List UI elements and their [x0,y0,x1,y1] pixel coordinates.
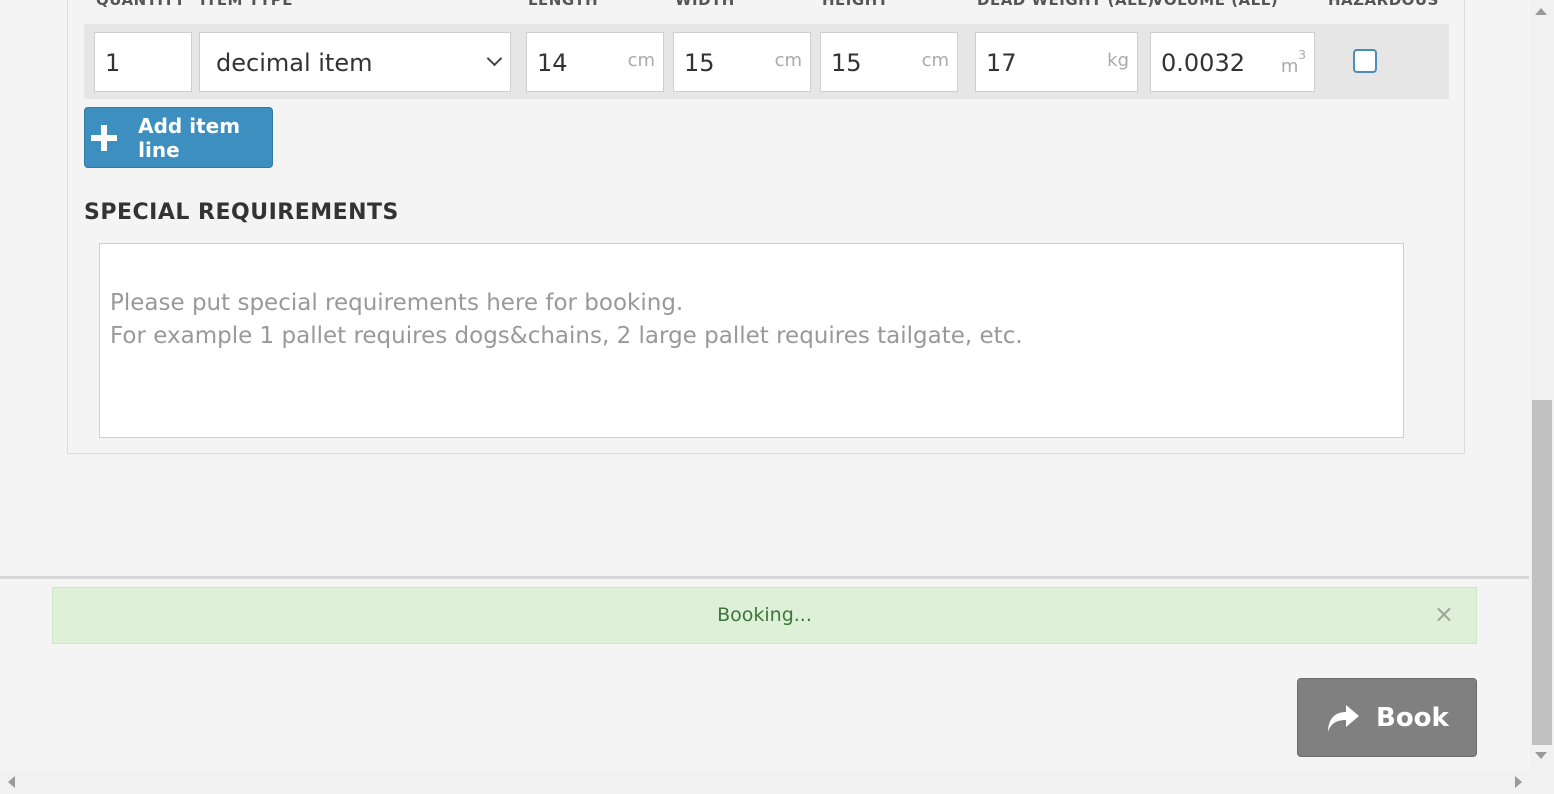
item-type-value: decimal item [216,49,373,77]
dead-weight-input[interactable]: 17 kg [975,32,1138,92]
scroll-left-arrow-icon[interactable] [8,776,15,788]
col-hazardous: HAZARDOUS [1328,0,1439,9]
vertical-scrollbar-thumb[interactable] [1532,400,1552,745]
col-quantity: QUANTITY [96,0,186,9]
booking-status-alert: Booking... × [52,587,1477,644]
plus-icon [91,124,118,151]
scroll-down-arrow-icon[interactable] [1535,752,1547,759]
width-value: 15 [684,49,715,77]
share-arrow-icon [1328,704,1359,732]
width-input[interactable]: 15 cm [673,32,811,92]
vertical-scrollbar[interactable] [1530,0,1554,770]
hazardous-checkbox[interactable] [1353,49,1377,73]
horizontal-scrollbar[interactable] [0,770,1530,794]
close-icon[interactable]: × [1434,588,1454,640]
add-item-line-button[interactable]: Add item line [84,107,273,168]
length-unit: cm [627,50,655,71]
special-requirements-textarea[interactable]: Please put special requirements here for… [99,243,1404,438]
book-button-label: Book [1376,702,1449,733]
special-requirements-title: SPECIAL REQUIREMENTS [84,200,399,225]
width-unit: cm [774,50,802,71]
height-unit: cm [921,50,949,71]
length-value: 14 [537,49,568,77]
col-item-type: ITEM TYPE [200,0,294,9]
booking-page: QUANTITY ITEM TYPE LENGTH WIDTH HEIGHT D… [0,0,1554,794]
col-dead-weight: DEAD WEIGHT (ALL) [977,0,1155,9]
item-type-select[interactable]: decimal item [199,32,511,92]
divider [0,576,1529,579]
book-button[interactable]: Book [1297,678,1477,757]
volume-input[interactable]: 0.0032 m3 [1150,32,1315,92]
chevron-down-icon [486,50,503,67]
alert-message: Booking... [717,604,812,626]
dead-weight-value: 17 [986,49,1017,77]
scroll-up-arrow-icon[interactable] [1535,8,1547,15]
height-input[interactable]: 15 cm [820,32,958,92]
col-length: LENGTH [528,0,599,9]
volume-unit: m3 [1280,48,1306,77]
volume-value: 0.0032 [1161,49,1245,77]
col-height: HEIGHT [822,0,889,9]
item-column-headers: QUANTITY ITEM TYPE LENGTH WIDTH HEIGHT D… [0,0,1438,11]
scrollbar-corner [1530,770,1554,794]
quantity-value: 1 [105,49,121,77]
special-requirements-placeholder: Please put special requirements here for… [110,290,1023,349]
length-input[interactable]: 14 cm [526,32,664,92]
item-line-row: 1 decimal item 14 cm 15 cm 15 cm 17 kg 0… [84,24,1449,99]
height-value: 15 [831,49,862,77]
quantity-input[interactable]: 1 [94,32,192,92]
scroll-right-arrow-icon[interactable] [1515,776,1522,788]
add-item-line-label: Add item line [138,113,241,162]
col-volume: VOLUME (ALL) [1152,0,1279,9]
col-width: WIDTH [675,0,735,9]
dead-weight-unit: kg [1107,50,1129,71]
